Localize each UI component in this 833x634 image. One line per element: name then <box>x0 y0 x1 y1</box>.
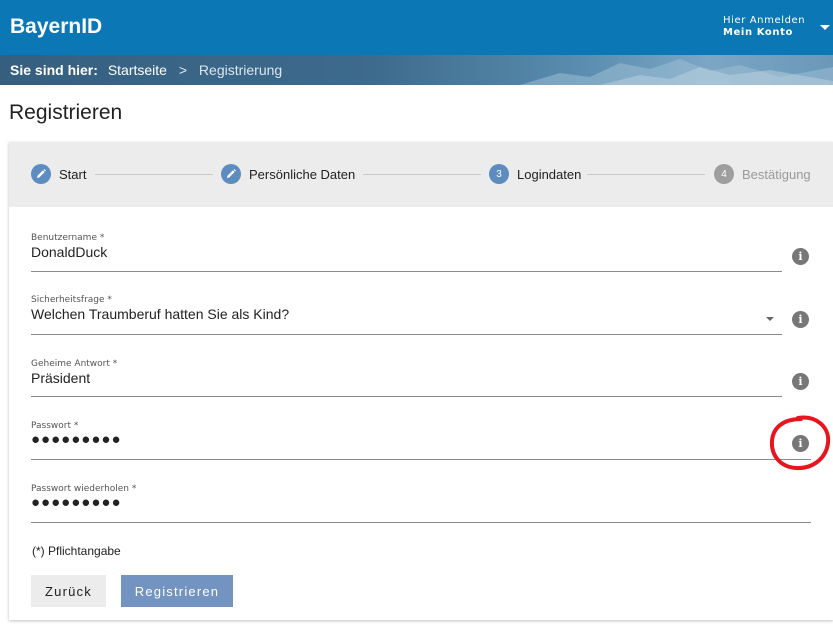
back-button[interactable]: Zurück <box>31 575 106 607</box>
breadcrumb-home-link[interactable]: Startseite <box>108 62 167 78</box>
step-number: 4 <box>714 164 734 184</box>
step-label: Bestätigung <box>742 166 811 182</box>
dropdown-arrow-icon[interactable] <box>766 317 774 321</box>
password-underline <box>31 459 811 460</box>
secret-answer-label: Geheime Antwort * <box>31 359 118 369</box>
breadcrumb-label: Sie sind hier: <box>10 62 98 78</box>
login-link[interactable]: Hier Anmelden <box>723 15 805 27</box>
security-question-select[interactable]: Sicherheitsfrage * Welchen Traumberuf ha… <box>31 295 782 335</box>
password-input[interactable]: ●●●●●●●●● <box>31 431 122 448</box>
step-connector <box>95 174 213 175</box>
username-field[interactable]: Benutzername * DonaldDuck <box>31 233 782 273</box>
step-label: Start <box>59 166 87 182</box>
brand-logo[interactable]: BayernID <box>10 15 102 39</box>
page-title: Registrieren <box>9 101 123 124</box>
password-label: Passwort * <box>31 421 79 431</box>
step-start[interactable]: Start <box>31 163 86 185</box>
my-account-link[interactable]: Mein Konto <box>723 27 805 39</box>
annotation-circle <box>769 415 831 471</box>
step-connector <box>587 174 705 175</box>
security-question-label: Sicherheitsfrage * <box>31 295 112 305</box>
register-button[interactable]: Registrieren <box>121 575 233 607</box>
username-underline <box>31 271 782 272</box>
step-number: 3 <box>489 164 509 184</box>
progress-stepper: Start Persönliche Daten 3 Logindaten 4 B… <box>9 142 833 207</box>
breadcrumb-current: Registrierung <box>198 62 283 78</box>
security-question-underline <box>31 334 782 335</box>
password-repeat-label: Passwort wiederholen * <box>31 484 137 494</box>
username-label: Benutzername * <box>31 233 105 243</box>
info-icon[interactable]: i <box>792 311 809 328</box>
top-header: BayernID Hier Anmelden Mein Konto <box>0 0 833 55</box>
password-repeat-input[interactable]: ●●●●●●●●● <box>31 494 122 511</box>
step-label: Persönliche Daten <box>249 166 356 182</box>
pencil-icon <box>221 164 241 184</box>
info-icon[interactable]: i <box>792 248 809 265</box>
breadcrumb-separator: > <box>178 62 188 78</box>
step-personal-data[interactable]: Persönliche Daten <box>221 163 355 185</box>
secret-answer-input[interactable]: Präsident <box>31 370 90 386</box>
info-icon[interactable]: i <box>792 373 809 390</box>
password-repeat-underline <box>31 522 811 523</box>
username-input[interactable]: DonaldDuck <box>31 244 107 260</box>
required-fields-note: (*) Pflichtangabe <box>32 544 121 558</box>
security-question-value[interactable]: Welchen Traumberuf hatten Sie als Kind? <box>31 306 289 322</box>
breadcrumb-bar: Sie sind hier: Startseite > Registrierun… <box>0 55 833 85</box>
pencil-icon <box>31 164 51 184</box>
password-repeat-field[interactable]: Passwort wiederholen * ●●●●●●●●● <box>31 484 811 524</box>
account-menu[interactable]: Hier Anmelden Mein Konto <box>723 15 805 39</box>
registration-card: Start Persönliche Daten 3 Logindaten 4 B… <box>9 142 833 620</box>
breadcrumb: Sie sind hier: Startseite > Registrierun… <box>10 62 282 78</box>
secret-answer-field[interactable]: Geheime Antwort * Präsident <box>31 359 782 399</box>
chevron-down-icon[interactable] <box>820 25 830 30</box>
step-confirmation: 4 Bestätigung <box>714 163 811 185</box>
secret-answer-underline <box>31 396 782 397</box>
step-login-data: 3 Logindaten <box>489 163 581 185</box>
password-field[interactable]: Passwort * ●●●●●●●●● <box>31 421 811 461</box>
step-label: Logindaten <box>517 166 582 182</box>
step-connector <box>363 174 481 175</box>
